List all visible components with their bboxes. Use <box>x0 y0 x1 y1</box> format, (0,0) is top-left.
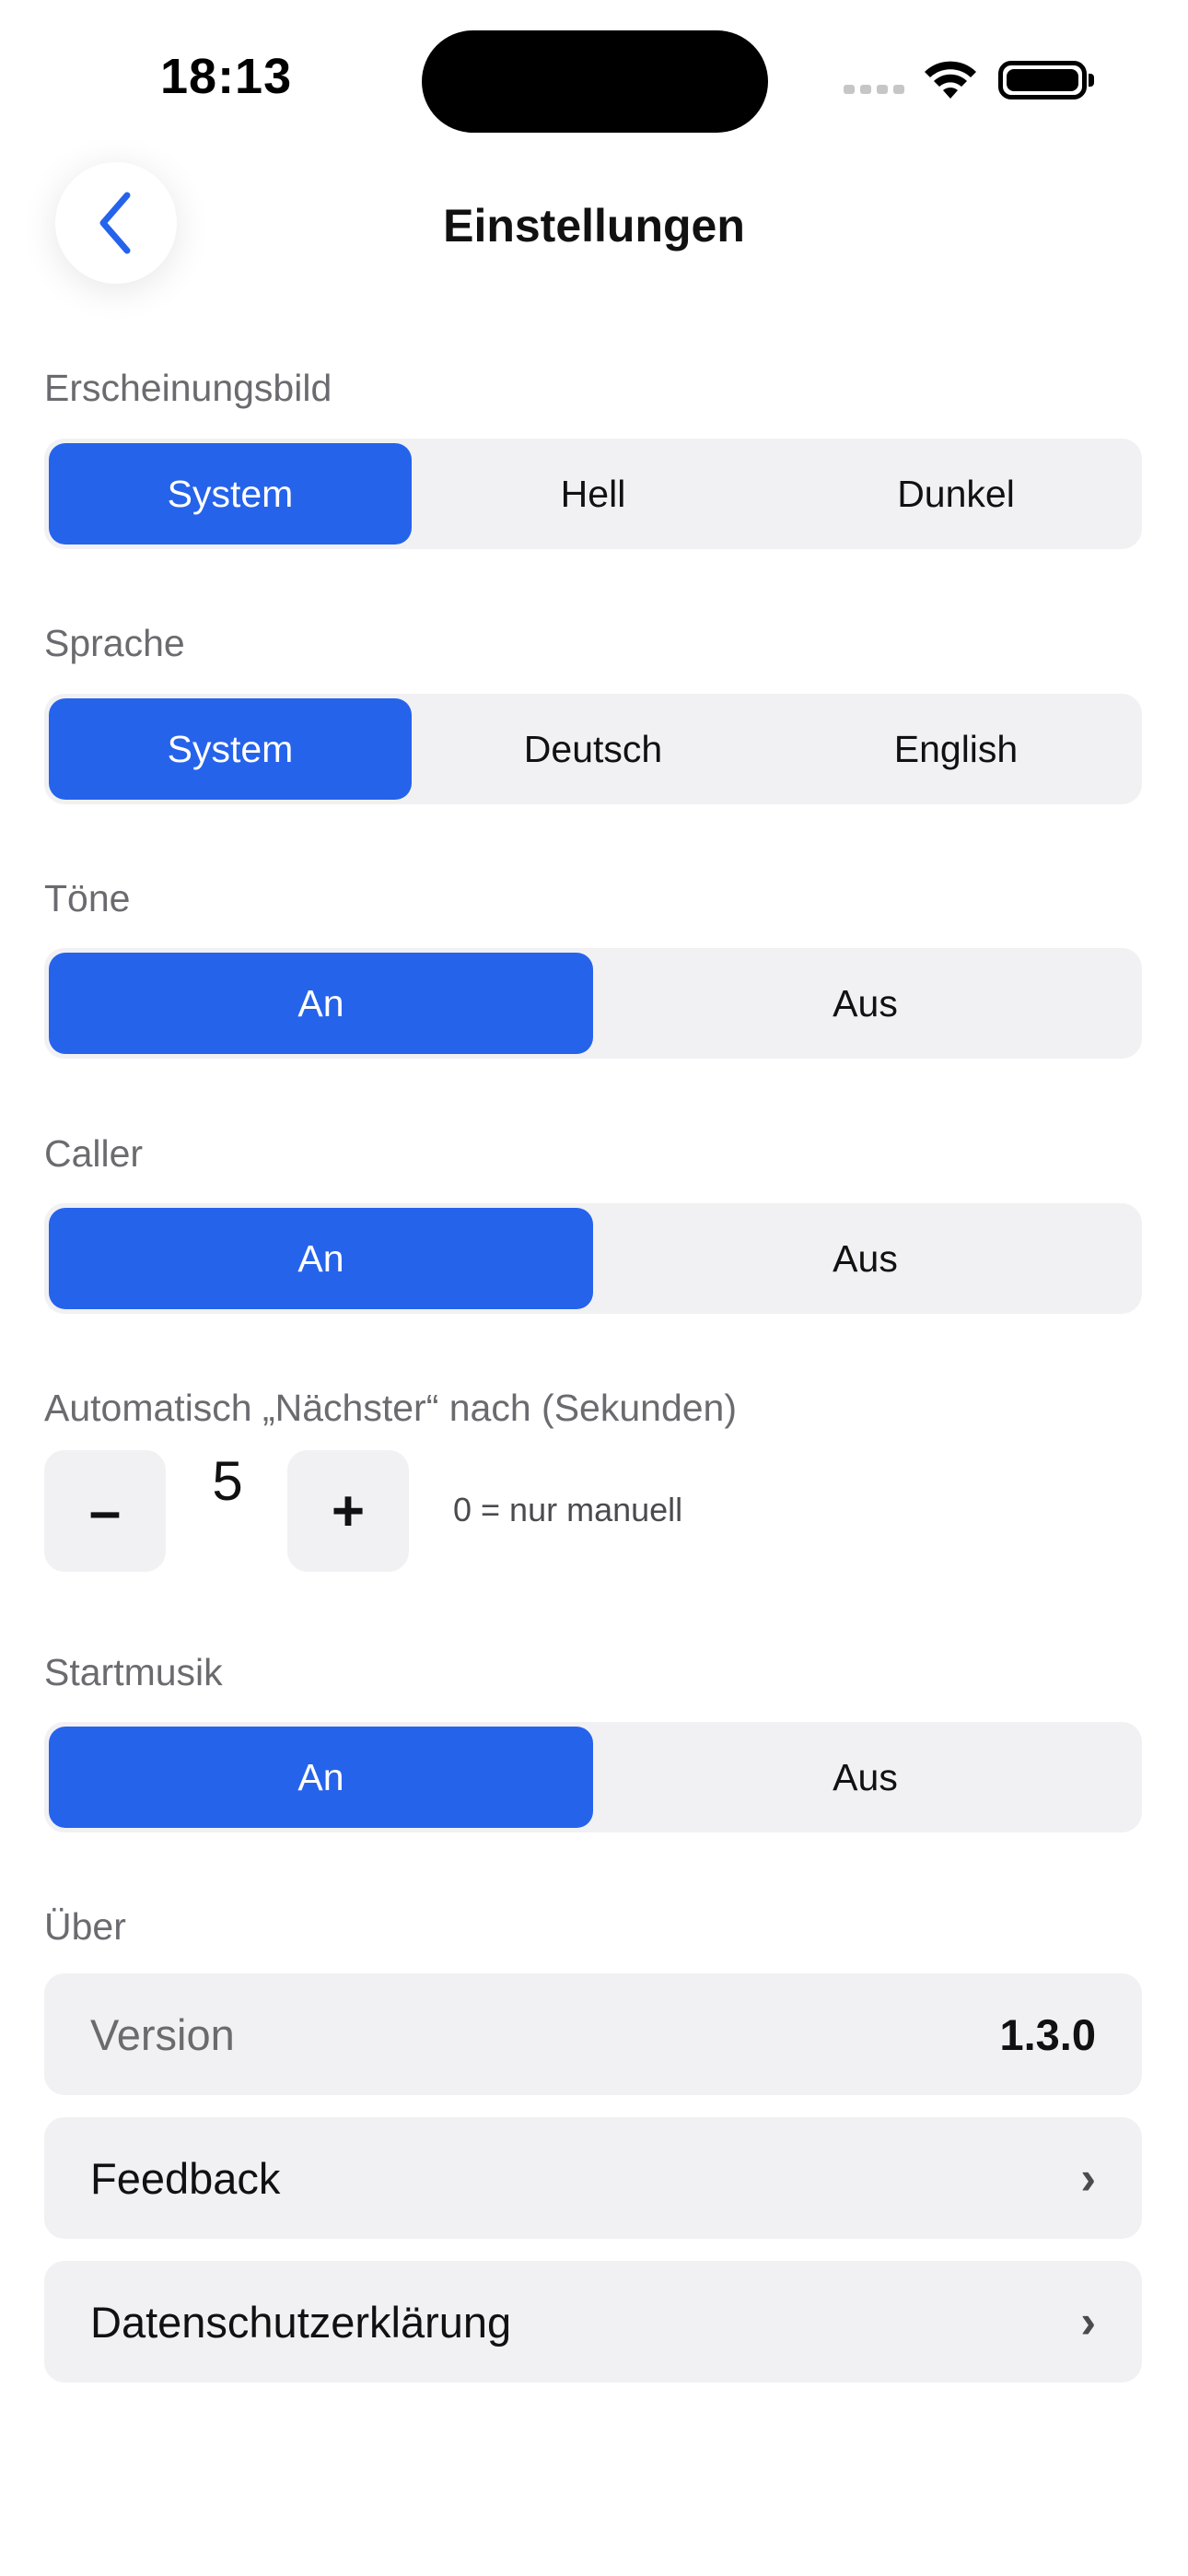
privacy-policy-label: Datenschutzerklärung <box>90 2297 512 2347</box>
appearance-segmented-control: System Hell Dunkel <box>44 439 1142 549</box>
battery-nub <box>1089 74 1094 87</box>
decrement-button[interactable]: – <box>44 1450 166 1572</box>
auto-next-label: Automatisch „Nächster“ nach (Sekunden) <box>44 1387 738 1429</box>
appearance-label: Erscheinungsbild <box>44 367 332 409</box>
language-segmented-control: System Deutsch English <box>44 694 1142 804</box>
version-row: Version 1.3.0 <box>44 1973 1142 2095</box>
tones-option-on[interactable]: An <box>49 953 593 1054</box>
increment-button[interactable]: + <box>287 1450 409 1572</box>
tones-segmented-control: An Aus <box>44 948 1142 1059</box>
start-music-segmented-control: An Aus <box>44 1722 1142 1832</box>
about-label: Über <box>44 1905 126 1948</box>
dynamic-island <box>422 30 768 133</box>
page-title: Einstellungen <box>443 200 745 252</box>
cellular-signal-icon <box>844 85 904 94</box>
start-music-option-off[interactable]: Aus <box>593 1727 1137 1828</box>
auto-next-value: 5 <box>212 1450 243 1512</box>
battery-icon <box>998 61 1087 100</box>
language-option-german[interactable]: Deutsch <box>412 698 775 800</box>
start-music-label: Startmusik <box>44 1651 223 1693</box>
appearance-option-system[interactable]: System <box>49 443 412 544</box>
tones-label: Töne <box>44 877 131 919</box>
version-label: Version <box>90 2009 235 2059</box>
chevron-right-icon: › <box>1080 2152 1096 2204</box>
language-option-english[interactable]: English <box>775 698 1137 800</box>
version-value: 1.3.0 <box>999 2009 1096 2059</box>
auto-next-hint: 0 = nur manuell <box>453 1491 683 1528</box>
feedback-label: Feedback <box>90 2153 281 2203</box>
appearance-option-dark[interactable]: Dunkel <box>775 443 1137 544</box>
caller-segmented-control: An Aus <box>44 1203 1142 1314</box>
language-option-system[interactable]: System <box>49 698 412 800</box>
caller-option-off[interactable]: Aus <box>593 1208 1137 1309</box>
status-time: 18:13 <box>160 49 293 104</box>
tones-option-off[interactable]: Aus <box>593 953 1137 1054</box>
feedback-row[interactable]: Feedback › <box>44 2117 1142 2239</box>
caller-label: Caller <box>44 1132 144 1175</box>
caller-option-on[interactable]: An <box>49 1208 593 1309</box>
start-music-option-on[interactable]: An <box>49 1727 593 1828</box>
privacy-policy-row[interactable]: Datenschutzerklärung › <box>44 2261 1142 2383</box>
appearance-option-light[interactable]: Hell <box>412 443 775 544</box>
language-label: Sprache <box>44 622 185 664</box>
chevron-right-icon: › <box>1080 2296 1096 2348</box>
wifi-icon <box>925 61 976 99</box>
